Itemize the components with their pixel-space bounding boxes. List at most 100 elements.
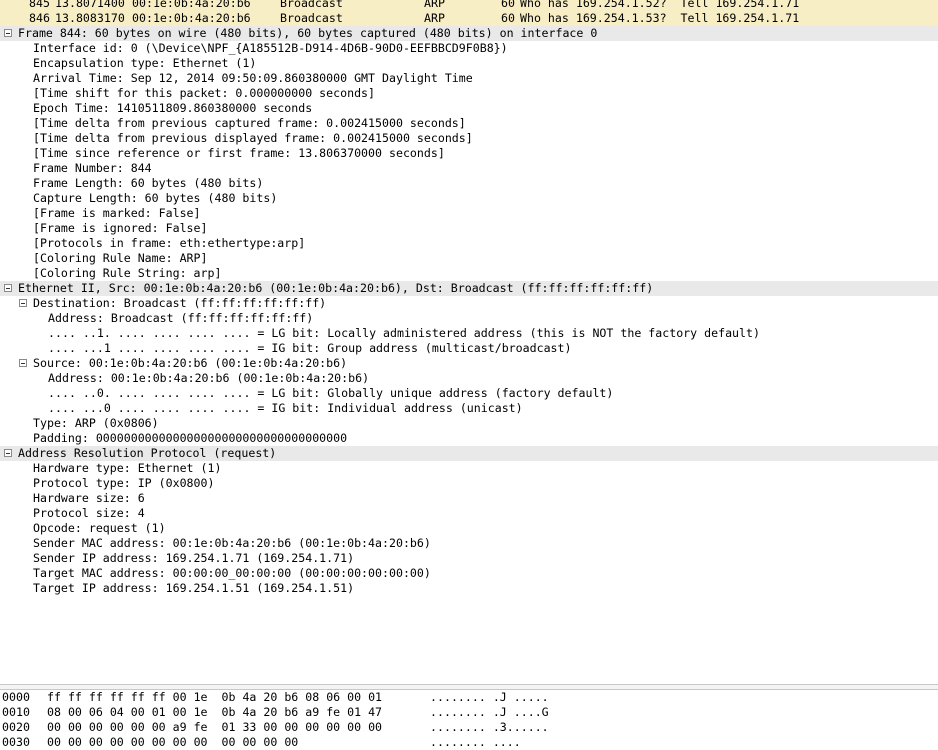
protocol-tree-item[interactable]: Hardware size: 6 xyxy=(0,491,938,506)
protocol-tree-item-label: Encapsulation type: Ethernet (1) xyxy=(33,56,257,70)
packet-length: 60 xyxy=(501,11,515,25)
protocol-tree-item-label: Address Resolution Protocol (request) xyxy=(18,446,277,460)
protocol-tree-item-label: [Time delta from previous captured frame… xyxy=(33,116,466,130)
hex-ascii: ........ .3...... xyxy=(430,720,549,734)
protocol-tree-item[interactable]: Frame Length: 60 bytes (480 bits) xyxy=(0,176,938,191)
protocol-tree-item[interactable]: Frame Number: 844 xyxy=(0,161,938,176)
protocol-tree-item[interactable]: [Time since reference or first frame: 13… xyxy=(0,146,938,161)
protocol-tree-item-label: Frame Length: 60 bytes (480 bits) xyxy=(33,176,264,190)
packet-row[interactable]: 845 13.8071400 00:1e:0b:4a:20:b6 Broadca… xyxy=(0,0,938,11)
protocol-tree-item-label: .... ...0 .... .... .... .... = IG bit: … xyxy=(48,401,523,415)
protocol-tree-item-label: .... ..1. .... .... .... .... = LG bit: … xyxy=(48,326,760,340)
packet-time: 13.8071400 xyxy=(55,0,125,10)
protocol-tree-item[interactable]: [Coloring Rule String: arp] xyxy=(0,266,938,281)
protocol-tree-item-label: Frame 844: 60 bytes on wire (480 bits), … xyxy=(18,26,598,40)
collapse-icon[interactable] xyxy=(4,449,12,457)
protocol-tree-item[interactable]: Interface id: 0 (\Device\NPF_{A185512B-D… xyxy=(0,41,938,56)
protocol-tree-item[interactable]: Opcode: request (1) xyxy=(0,521,938,536)
hex-offset: 0020 xyxy=(2,720,30,734)
protocol-tree-item-label: Sender MAC address: 00:1e:0b:4a:20:b6 (0… xyxy=(33,536,431,550)
protocol-tree-header[interactable]: Address Resolution Protocol (request) xyxy=(0,446,938,461)
protocol-tree-item-label: Protocol size: 4 xyxy=(33,506,145,520)
protocol-tree-item[interactable]: Address: Broadcast (ff:ff:ff:ff:ff:ff) xyxy=(0,311,938,326)
protocol-tree-item[interactable]: [Coloring Rule Name: ARP] xyxy=(0,251,938,266)
packet-info: Who has 169.254.1.53? Tell 169.254.1.71 xyxy=(520,11,800,25)
hex-dump-row[interactable]: 0010 08 00 06 04 00 01 00 1e 0b 4a 20 b6 … xyxy=(0,705,938,720)
protocol-tree-item-label: .... ..0. .... .... .... .... = LG bit: … xyxy=(48,386,614,400)
protocol-tree-item-label: Opcode: request (1) xyxy=(33,521,166,535)
protocol-tree-item[interactable]: .... ..1. .... .... .... .... = LG bit: … xyxy=(0,326,938,341)
protocol-tree-item-label: .... ...1 .... .... .... .... = IG bit: … xyxy=(48,341,572,355)
protocol-tree-item[interactable]: [Time shift for this packet: 0.000000000… xyxy=(0,86,938,101)
protocol-tree-item[interactable]: Destination: Broadcast (ff:ff:ff:ff:ff:f… xyxy=(0,296,938,311)
protocol-tree-item-label: Destination: Broadcast (ff:ff:ff:ff:ff:f… xyxy=(33,296,327,310)
hex-bytes: 00 00 00 00 00 00 00 00 00 00 00 00 xyxy=(47,735,299,749)
protocol-tree-item[interactable]: .... ...0 .... .... .... .... = IG bit: … xyxy=(0,401,938,416)
protocol-tree-item-label: [Coloring Rule Name: ARP] xyxy=(33,251,208,265)
protocol-tree-item-label: Arrival Time: Sep 12, 2014 09:50:09.8603… xyxy=(33,71,473,85)
protocol-tree-item[interactable]: Type: ARP (0x0806) xyxy=(0,416,938,431)
protocol-tree-item-label: Target IP address: 169.254.1.51 (169.254… xyxy=(33,581,355,595)
protocol-tree-item[interactable]: Epoch Time: 1410511809.860380000 seconds xyxy=(0,101,938,116)
packet-protocol: ARP xyxy=(424,11,445,25)
protocol-tree-item-label: [Frame is marked: False] xyxy=(33,206,201,220)
protocol-tree-item[interactable]: Capture Length: 60 bytes (480 bits) xyxy=(0,191,938,206)
packet-length: 60 xyxy=(501,0,515,10)
packet-no: 845 xyxy=(29,0,50,10)
protocol-tree-item-label: [Coloring Rule String: arp] xyxy=(33,266,222,280)
protocol-tree-header[interactable]: Frame 844: 60 bytes on wire (480 bits), … xyxy=(0,26,938,41)
protocol-tree-item[interactable]: Sender IP address: 169.254.1.71 (169.254… xyxy=(0,551,938,566)
hex-ascii: ........ .J ..... xyxy=(430,690,549,704)
protocol-tree-item-label: Source: 00:1e:0b:4a:20:b6 (00:1e:0b:4a:2… xyxy=(33,356,348,370)
protocol-tree-item[interactable]: Protocol type: IP (0x0800) xyxy=(0,476,938,491)
packet-time: 13.8083170 xyxy=(55,11,125,25)
collapse-icon[interactable] xyxy=(19,359,27,367)
hex-dump-row[interactable]: 0030 00 00 00 00 00 00 00 00 00 00 00 00.… xyxy=(0,735,938,750)
protocol-tree-item[interactable]: [Frame is ignored: False] xyxy=(0,221,938,236)
protocol-tree-item-label: Type: ARP (0x0806) xyxy=(33,416,159,430)
protocol-tree-item[interactable]: [Time delta from previous captured frame… xyxy=(0,116,938,131)
hex-offset: 0030 xyxy=(2,735,30,749)
packet-bytes-pane: 0000 ff ff ff ff ff ff 00 1e 0b 4a 20 b6 … xyxy=(0,690,938,750)
packet-no: 846 xyxy=(29,11,50,25)
protocol-tree-item[interactable]: Arrival Time: Sep 12, 2014 09:50:09.8603… xyxy=(0,71,938,86)
protocol-tree-item-label: Frame Number: 844 xyxy=(33,161,152,175)
collapse-icon[interactable] xyxy=(4,284,12,292)
protocol-tree-item[interactable]: [Frame is marked: False] xyxy=(0,206,938,221)
protocol-tree-item-label: Epoch Time: 1410511809.860380000 seconds xyxy=(33,101,313,115)
hex-dump-row[interactable]: 0020 00 00 00 00 00 00 a9 fe 01 33 00 00 … xyxy=(0,720,938,735)
protocol-tree-item[interactable]: Sender MAC address: 00:1e:0b:4a:20:b6 (0… xyxy=(0,536,938,551)
packet-source: 00:1e:0b:4a:20:b6 xyxy=(132,0,251,10)
collapse-icon[interactable] xyxy=(19,299,27,307)
protocol-tree-item[interactable]: Padding: 0000000000000000000000000000000… xyxy=(0,431,938,446)
packet-row[interactable]: 846 13.8083170 00:1e:0b:4a:20:b6 Broadca… xyxy=(0,11,938,26)
protocol-tree-item-label: [Protocols in frame: eth:ethertype:arp] xyxy=(33,236,306,250)
hex-ascii: ........ .... xyxy=(430,735,521,749)
hex-bytes: ff ff ff ff ff ff 00 1e 0b 4a 20 b6 08 0… xyxy=(47,690,383,704)
hex-offset: 0010 xyxy=(2,705,30,719)
protocol-tree-item[interactable]: Target IP address: 169.254.1.51 (169.254… xyxy=(0,581,938,596)
protocol-tree-item[interactable]: [Time delta from previous displayed fram… xyxy=(0,131,938,146)
protocol-tree-item[interactable]: Encapsulation type: Ethernet (1) xyxy=(0,56,938,71)
packet-list-pane: 845 13.8071400 00:1e:0b:4a:20:b6 Broadca… xyxy=(0,0,938,26)
hex-dump-row[interactable]: 0000 ff ff ff ff ff ff 00 1e 0b 4a 20 b6 … xyxy=(0,690,938,705)
protocol-tree-item-label: Capture Length: 60 bytes (480 bits) xyxy=(33,191,278,205)
hex-bytes: 00 00 00 00 00 00 a9 fe 01 33 00 00 00 0… xyxy=(47,720,383,734)
protocol-tree-header[interactable]: Ethernet II, Src: 00:1e:0b:4a:20:b6 (00:… xyxy=(0,281,938,296)
protocol-tree-item[interactable]: Hardware type: Ethernet (1) xyxy=(0,461,938,476)
protocol-tree-item[interactable]: Address: 00:1e:0b:4a:20:b6 (00:1e:0b:4a:… xyxy=(0,371,938,386)
packet-destination: Broadcast xyxy=(280,11,343,25)
protocol-tree-item[interactable]: Target MAC address: 00:00:00_00:00:00 (0… xyxy=(0,566,938,581)
protocol-tree-item-label: Address: Broadcast (ff:ff:ff:ff:ff:ff) xyxy=(48,311,314,325)
protocol-tree-item[interactable]: Source: 00:1e:0b:4a:20:b6 (00:1e:0b:4a:2… xyxy=(0,356,938,371)
protocol-tree-item-label: Interface id: 0 (\Device\NPF_{A185512B-D… xyxy=(33,41,508,55)
collapse-icon[interactable] xyxy=(4,29,12,37)
protocol-tree-item[interactable]: .... ..0. .... .... .... .... = LG bit: … xyxy=(0,386,938,401)
hex-offset: 0000 xyxy=(2,690,30,704)
protocol-tree-item-label: [Time delta from previous displayed fram… xyxy=(33,131,473,145)
protocol-tree-item-label: [Frame is ignored: False] xyxy=(33,221,208,235)
protocol-tree-item[interactable]: [Protocols in frame: eth:ethertype:arp] xyxy=(0,236,938,251)
protocol-tree-item[interactable]: .... ...1 .... .... .... .... = IG bit: … xyxy=(0,341,938,356)
protocol-tree-item[interactable]: Protocol size: 4 xyxy=(0,506,938,521)
protocol-tree-item-label: Hardware size: 6 xyxy=(33,491,145,505)
